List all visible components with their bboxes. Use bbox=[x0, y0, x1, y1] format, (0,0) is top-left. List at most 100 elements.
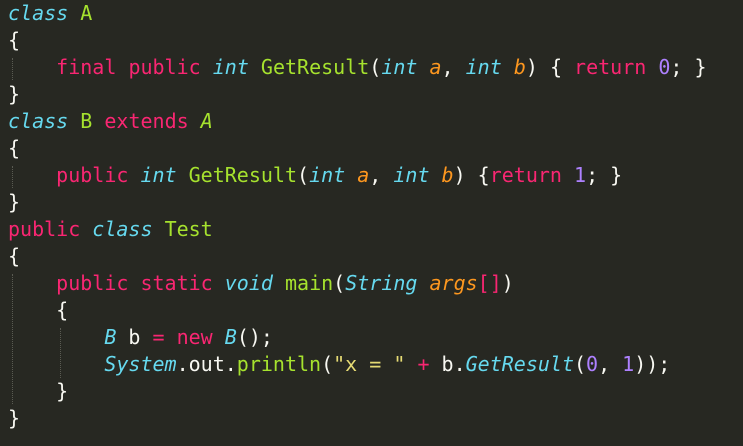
code-token: ) { bbox=[525, 55, 575, 79]
code-token: = bbox=[152, 325, 165, 349]
code-token: , bbox=[598, 352, 623, 376]
code-line[interactable]: public class Test bbox=[8, 216, 213, 243]
code-line[interactable]: } bbox=[8, 189, 20, 216]
code-line[interactable]: { bbox=[8, 135, 20, 162]
code-token: A bbox=[200, 109, 213, 133]
code-token: ( bbox=[321, 352, 334, 376]
code-line[interactable]: { bbox=[8, 297, 68, 324]
code-token: 0 bbox=[658, 55, 671, 79]
code-token: } bbox=[8, 406, 21, 430]
code-token: static bbox=[140, 271, 213, 295]
code-token: B bbox=[104, 325, 117, 349]
code-token: class bbox=[8, 1, 69, 25]
code-token: ) { bbox=[453, 163, 490, 187]
code-token: ) bbox=[501, 271, 514, 295]
code-line[interactable]: class B extends A bbox=[8, 108, 213, 135]
code-token: A bbox=[80, 1, 93, 25]
code-line[interactable]: { bbox=[8, 27, 20, 54]
code-token: int bbox=[381, 55, 418, 79]
code-token: B bbox=[80, 109, 93, 133]
code-token: "x = " bbox=[333, 352, 406, 376]
code-token: , bbox=[441, 55, 466, 79]
code-token: class bbox=[92, 217, 153, 241]
code-token: .out. bbox=[176, 352, 237, 376]
code-token: { bbox=[8, 28, 21, 52]
code-token: public bbox=[8, 217, 81, 241]
code-token: ; } bbox=[670, 55, 707, 79]
code-token: } bbox=[8, 379, 69, 403]
code-token: final bbox=[56, 55, 117, 79]
code-token: args bbox=[429, 271, 478, 295]
code-token: int bbox=[140, 163, 177, 187]
code-line[interactable]: System.out.println("x = " + b.GetResult(… bbox=[8, 351, 670, 378]
code-line[interactable]: } bbox=[8, 81, 20, 108]
code-token: int bbox=[465, 55, 502, 79]
code-token: b bbox=[441, 163, 454, 187]
code-line[interactable]: } bbox=[8, 405, 20, 432]
code-token: 0 bbox=[586, 352, 599, 376]
code-token: int bbox=[393, 163, 430, 187]
code-token: [] bbox=[477, 271, 502, 295]
code-token: { bbox=[8, 244, 21, 268]
code-token: b bbox=[513, 55, 526, 79]
code-token: 1 bbox=[574, 163, 587, 187]
code-token: GetResult bbox=[188, 163, 298, 187]
code-token: 1 bbox=[622, 352, 635, 376]
code-token: return bbox=[574, 55, 647, 79]
code-editor[interactable]: class A{ final public int GetResult(int … bbox=[0, 0, 743, 446]
code-token: return bbox=[489, 163, 562, 187]
code-token: class bbox=[8, 109, 69, 133]
code-token: a bbox=[429, 55, 442, 79]
code-token: } bbox=[8, 190, 21, 214]
code-line[interactable]: public int GetResult(int a, int b) {retu… bbox=[8, 162, 622, 189]
code-line[interactable]: B b = new B(); bbox=[8, 324, 273, 351]
code-token: GetResult bbox=[465, 352, 574, 376]
code-token: (); bbox=[236, 325, 273, 349]
code-token: { bbox=[8, 136, 21, 160]
code-token: { bbox=[8, 298, 69, 322]
code-token: Test bbox=[164, 217, 213, 241]
code-line[interactable]: public static void main(String args[]) bbox=[8, 270, 514, 297]
code-token: String bbox=[345, 271, 418, 295]
code-token: } bbox=[8, 82, 21, 106]
code-line[interactable]: { bbox=[8, 243, 20, 270]
code-line[interactable]: class A bbox=[8, 0, 92, 27]
code-token: b bbox=[116, 325, 153, 349]
code-token: public bbox=[56, 163, 129, 187]
code-token: a bbox=[357, 163, 370, 187]
code-token: ( bbox=[333, 271, 346, 295]
code-token: , bbox=[369, 163, 394, 187]
code-line[interactable]: final public int GetResult(int a, int b)… bbox=[8, 54, 707, 81]
code-line[interactable]: } bbox=[8, 378, 68, 405]
code-token: main bbox=[284, 271, 334, 295]
code-token: public bbox=[128, 55, 201, 79]
code-token: void bbox=[224, 271, 273, 295]
